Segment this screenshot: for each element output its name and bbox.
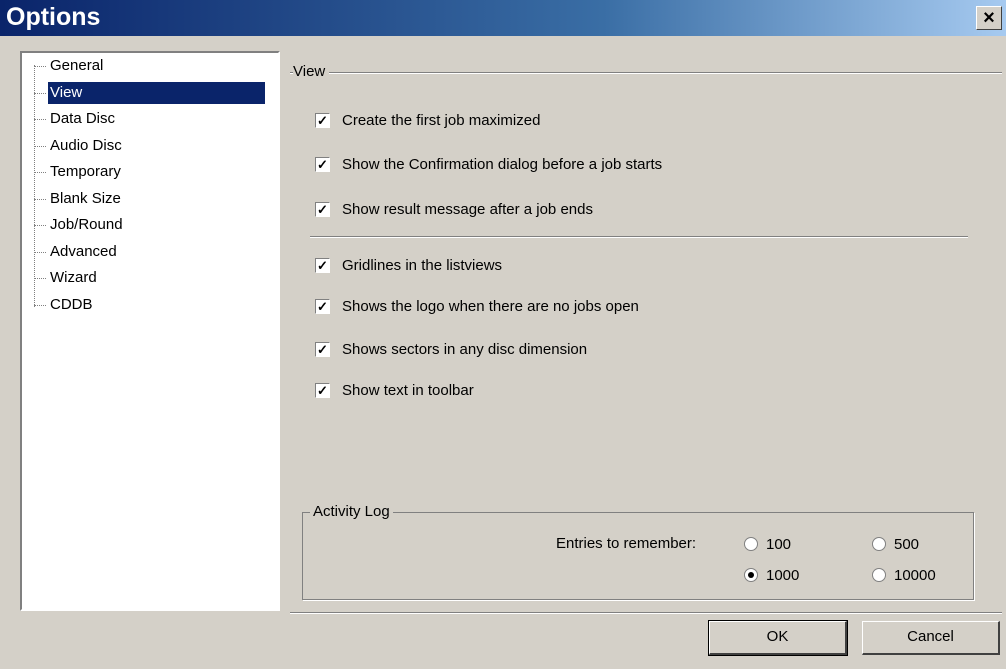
- close-icon: ×: [983, 7, 995, 29]
- radio-dot-selected[interactable]: [744, 568, 758, 582]
- checkbox-box[interactable]: ✓: [315, 113, 330, 128]
- tree-item-blank-size[interactable]: Blank Size: [34, 188, 125, 210]
- tree-item-job-round[interactable]: Job/Round: [34, 214, 127, 236]
- activity-log-frame: [302, 512, 974, 600]
- tree-item-view[interactable]: View: [34, 82, 265, 104]
- checkbox-box[interactable]: ✓: [315, 202, 330, 217]
- checkbox-box[interactable]: ✓: [315, 157, 330, 172]
- radio-dot[interactable]: [744, 537, 758, 551]
- entries-to-remember-label: Entries to remember:: [556, 535, 697, 552]
- activity-log-label: Activity Log: [310, 503, 393, 520]
- tree-item-audio-disc[interactable]: Audio Disc: [34, 135, 126, 157]
- view-group-rule: [290, 72, 1002, 74]
- radio-dot[interactable]: [872, 537, 886, 551]
- checkbox-box[interactable]: ✓: [315, 299, 330, 314]
- tree-item-temporary[interactable]: Temporary: [34, 161, 125, 183]
- tree-item-data-disc[interactable]: Data Disc: [34, 108, 119, 130]
- tree-item-cddb[interactable]: CDDB: [34, 294, 97, 316]
- options-category-tree[interactable]: General View Data Disc Audio Disc Tempor…: [20, 51, 280, 611]
- title-bar: Options ×: [0, 0, 1006, 36]
- tree-item-advanced[interactable]: Advanced: [34, 241, 121, 263]
- radio-dot[interactable]: [872, 568, 886, 582]
- checkbox-box[interactable]: ✓: [315, 342, 330, 357]
- footer-divider: [290, 612, 1002, 614]
- view-group-label: View: [293, 63, 330, 80]
- tree-item-general[interactable]: General: [34, 55, 107, 77]
- close-button[interactable]: ×: [976, 6, 1002, 30]
- checkbox-box[interactable]: ✓: [315, 383, 330, 398]
- window-title: Options: [6, 3, 101, 31]
- checkbox-box[interactable]: ✓: [315, 258, 330, 273]
- section-divider: [310, 236, 968, 238]
- ok-button[interactable]: OK: [708, 620, 848, 656]
- tree-item-wizard[interactable]: Wizard: [34, 267, 101, 289]
- cancel-button[interactable]: Cancel: [862, 621, 1000, 655]
